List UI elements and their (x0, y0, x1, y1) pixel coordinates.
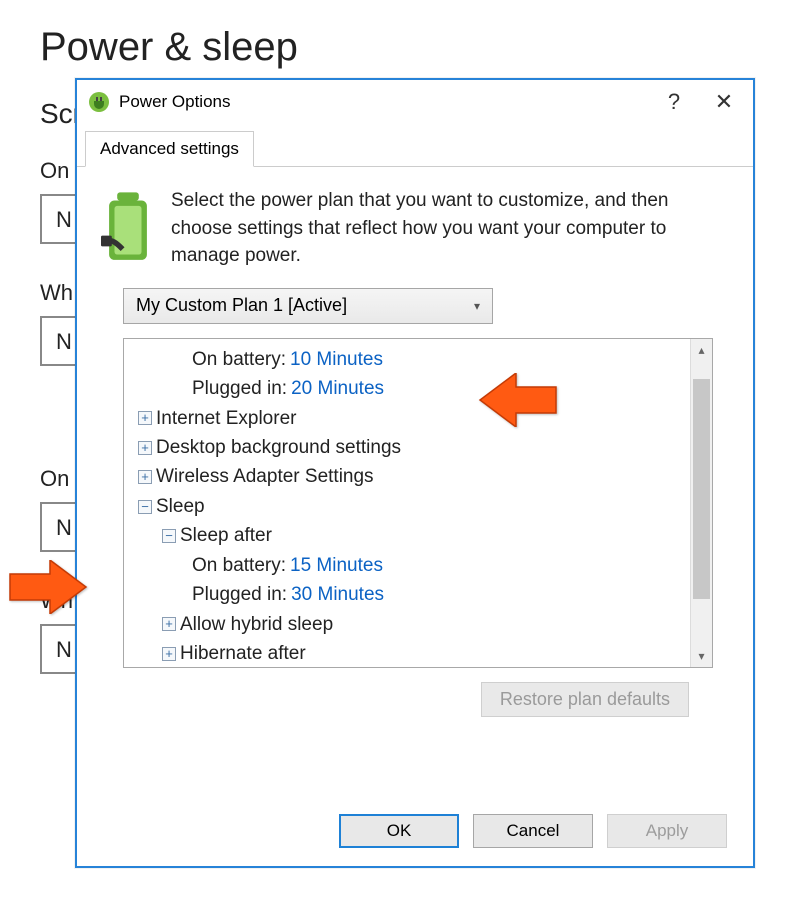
scroll-down-icon[interactable]: ▾ (691, 645, 712, 667)
expand-icon[interactable]: + (138, 441, 152, 455)
cancel-button[interactable]: Cancel (473, 814, 593, 848)
selected-plan-label: My Custom Plan 1 [Active] (136, 295, 347, 316)
tree-on-battery-1[interactable]: On battery: 10 Minutes (124, 345, 712, 374)
dialog-button-row: OK Cancel Apply (339, 814, 727, 848)
collapse-icon[interactable]: − (162, 529, 176, 543)
apply-button[interactable]: Apply (607, 814, 727, 848)
close-button[interactable]: ✕ (699, 80, 749, 124)
battery-icon (101, 187, 155, 257)
dialog-description: Select the power plan that you want to c… (171, 187, 729, 270)
tree-on-battery-2[interactable]: On battery: 15 Minutes (124, 551, 712, 580)
expand-icon[interactable]: + (138, 411, 152, 425)
power-options-dialog: Power Options ? ✕ Advanced settings Sele… (75, 78, 755, 868)
page-title: Power & sleep (40, 25, 740, 70)
tree-plugged-in-2[interactable]: Plugged in: 30 Minutes (124, 580, 712, 609)
expand-icon[interactable]: + (162, 617, 176, 631)
tree-plugged-in-1[interactable]: Plugged in: 20 Minutes (124, 374, 712, 403)
tab-advanced-settings[interactable]: Advanced settings (85, 131, 254, 167)
tab-strip: Advanced settings (77, 124, 753, 167)
scroll-thumb[interactable] (693, 379, 710, 599)
power-plan-select[interactable]: My Custom Plan 1 [Active] ▾ (123, 288, 493, 324)
scroll-up-icon[interactable]: ▴ (691, 339, 712, 361)
tree-sleep[interactable]: − Sleep (124, 492, 712, 521)
restore-plan-defaults-button[interactable]: Restore plan defaults (481, 682, 689, 717)
chevron-down-icon: ▾ (474, 299, 480, 313)
tree-sleep-after[interactable]: − Sleep after (124, 521, 712, 550)
power-plug-icon (87, 90, 111, 114)
collapse-icon[interactable]: − (138, 500, 152, 514)
expand-icon[interactable]: + (162, 647, 176, 661)
titlebar[interactable]: Power Options ? ✕ (77, 80, 753, 124)
tree-wireless-adapter[interactable]: + Wireless Adapter Settings (124, 462, 712, 491)
help-button[interactable]: ? (649, 80, 699, 124)
dialog-title: Power Options (119, 92, 649, 112)
tree-allow-hybrid-sleep[interactable]: + Allow hybrid sleep (124, 610, 712, 639)
tree-internet-explorer[interactable]: + Internet Explorer (124, 404, 712, 433)
dialog-body: Select the power plan that you want to c… (77, 167, 753, 688)
tree-hibernate-after[interactable]: + Hibernate after (124, 639, 712, 668)
expand-icon[interactable]: + (138, 470, 152, 484)
settings-tree[interactable]: On battery: 10 Minutes Plugged in: 20 Mi… (123, 338, 713, 668)
ok-button[interactable]: OK (339, 814, 459, 848)
tree-desktop-background[interactable]: + Desktop background settings (124, 433, 712, 462)
tree-scrollbar[interactable]: ▴ ▾ (690, 339, 712, 667)
